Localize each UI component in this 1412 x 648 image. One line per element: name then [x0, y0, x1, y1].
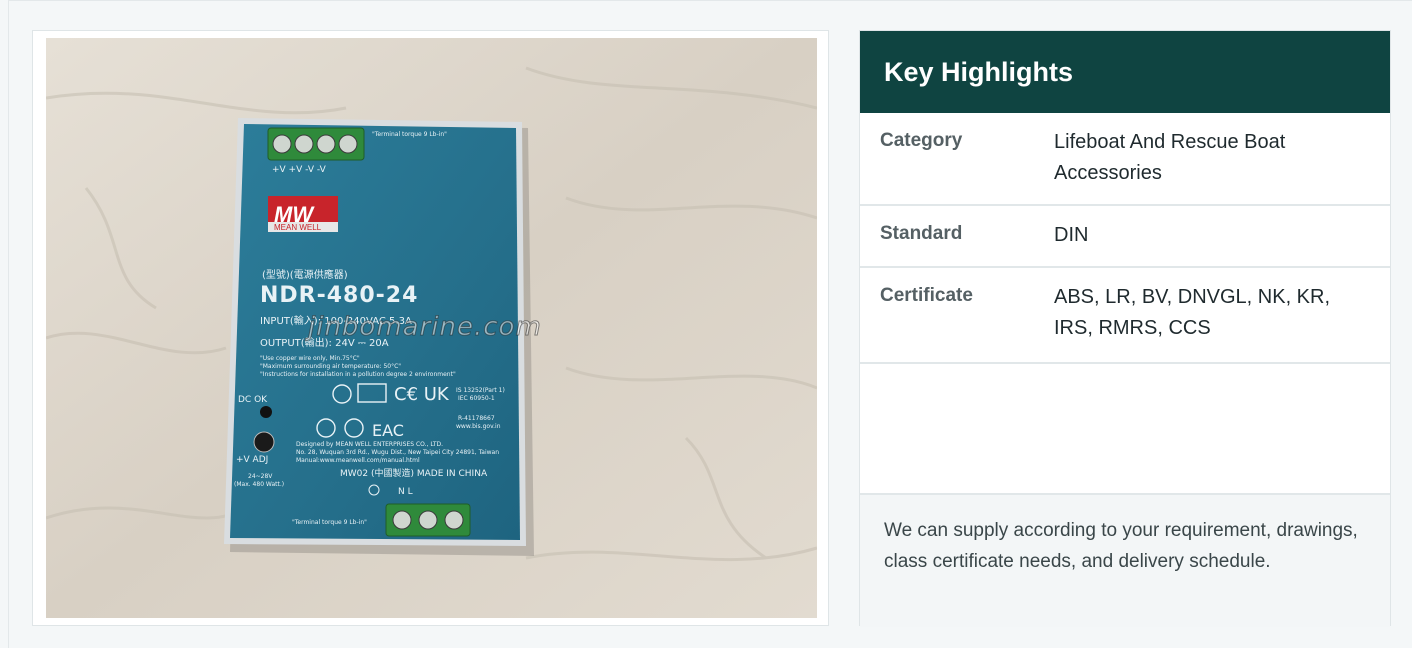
- highlight-key: Standard: [880, 223, 963, 244]
- svg-text:(型號)(電源供應器): (型號)(電源供應器): [262, 268, 348, 281]
- svg-text:IS 13252(Part 1): IS 13252(Part 1): [456, 387, 505, 394]
- svg-text:IEC 60950-1: IEC 60950-1: [458, 395, 495, 402]
- svg-text:EAC: EAC: [372, 421, 404, 440]
- supply-note: We can supply according to your requirem…: [860, 495, 1390, 627]
- highlight-row-certificate: Certificate ABS, LR, BV, DNVGL, NK, KR, …: [860, 268, 1390, 364]
- key-highlights-panel: Key Highlights Category Lifeboat And Res…: [859, 30, 1391, 627]
- svg-text:MEAN WELL: MEAN WELL: [274, 223, 322, 232]
- svg-text:DC OK: DC OK: [238, 395, 268, 405]
- svg-text:R-41178667: R-41178667: [458, 415, 495, 422]
- svg-text:+V ADJ: +V ADJ: [236, 455, 268, 465]
- svg-text:NDR-480-24: NDR-480-24: [260, 283, 418, 308]
- svg-text:Manual:www.meanwell.com/manual: Manual:www.meanwell.com/manual.html: [296, 457, 420, 464]
- watermark-text: jinbomarine.com: [308, 312, 542, 343]
- svg-text:"Maximum surrounding air tempe: "Maximum surrounding air temperature: 50…: [260, 363, 401, 370]
- highlights-title: Key Highlights: [884, 56, 1074, 87]
- svg-text:No. 28, Wuquan 3rd Rd., Wugu D: No. 28, Wuquan 3rd Rd., Wugu Dist., New …: [296, 449, 499, 456]
- highlight-key: Certificate: [880, 285, 973, 306]
- svg-text:(Max. 480 Watt.): (Max. 480 Watt.): [234, 481, 284, 488]
- product-photo[interactable]: +V +V -V -V "Terminal torque 9 Lb-in" MW…: [46, 38, 817, 618]
- svg-text:C€ UK: C€ UK: [394, 384, 450, 405]
- svg-text:"Use copper wire only, Min.75°: "Use copper wire only, Min.75°C": [260, 355, 360, 362]
- svg-text:Designed by MEAN WELL ENTERPRI: Designed by MEAN WELL ENTERPRISES CO., L…: [296, 441, 443, 448]
- svg-text:"Terminal torque 9 Lb-in": "Terminal torque 9 Lb-in": [292, 519, 367, 526]
- terminal-bottom-labels: N L: [398, 487, 413, 497]
- highlight-value: DIN: [1054, 224, 1089, 246]
- highlight-key: Category: [880, 130, 963, 151]
- highlight-row-category: Category Lifeboat And Rescue Boat Access…: [860, 113, 1390, 206]
- highlights-header: Key Highlights: [860, 31, 1390, 113]
- highlight-row-standard: Standard DIN: [860, 206, 1390, 268]
- highlight-value: ABS, LR, BV, DNVGL, NK, KR, IRS, RMRS, C…: [1054, 286, 1331, 339]
- svg-text:"Instructions for installation: "Instructions for installation in a poll…: [260, 371, 456, 378]
- highlight-value: Lifeboat And Rescue Boat Accessories: [1054, 131, 1286, 184]
- product-media-card: +V +V -V -V "Terminal torque 9 Lb-in" MW…: [32, 30, 829, 626]
- svg-text:MW02 (中國製造) MADE IN CHINA: MW02 (中國製造) MADE IN CHINA: [340, 467, 488, 479]
- highlight-row-empty: [860, 364, 1390, 495]
- svg-text:www.bis.gov.in: www.bis.gov.in: [456, 423, 501, 430]
- svg-text:"Terminal torque 9 Lb-in": "Terminal torque 9 Lb-in": [372, 131, 447, 138]
- terminal-top-labels: +V +V -V -V: [272, 165, 327, 175]
- svg-text:24~28V: 24~28V: [248, 473, 273, 480]
